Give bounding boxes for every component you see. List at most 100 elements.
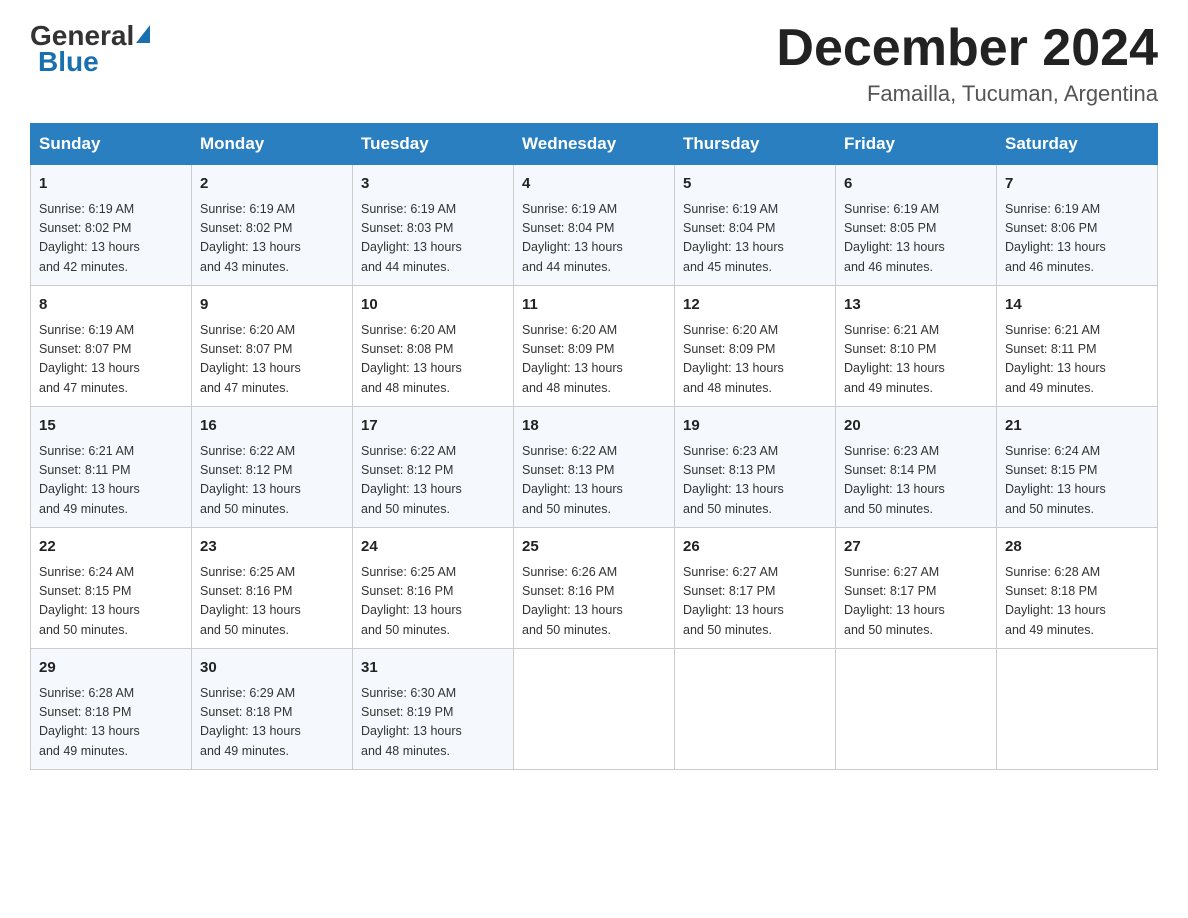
day-info: Sunrise: 6:23 AMSunset: 8:13 PMDaylight:… [683,442,827,520]
calendar-day-cell: 4Sunrise: 6:19 AMSunset: 8:04 PMDaylight… [514,165,675,286]
day-number: 11 [522,294,666,317]
header-wednesday: Wednesday [514,124,675,165]
day-info: Sunrise: 6:24 AMSunset: 8:15 PMDaylight:… [39,563,183,641]
day-number: 20 [844,415,988,438]
day-number: 8 [39,294,183,317]
calendar-week-row: 22 Sunrise: 6:24 AMSunset: 8:15 PMDayligh… [31,528,1158,649]
page-header: General Blue December 2024 Famailla, Tuc… [30,20,1158,107]
header-sunday: Sunday [31,124,192,165]
day-number: 21 [1005,415,1149,438]
day-info: Sunrise: 6:21 AMSunset: 8:11 PMDaylight:… [1005,321,1149,399]
day-info: Sunrise: 6:25 AMSunset: 8:16 PMDaylight:… [200,563,344,641]
day-number: 13 [844,294,988,317]
calendar-day-cell: 24 Sunrise: 6:25 AMSunset: 8:16 PMDayligh… [353,528,514,649]
calendar-day-cell [675,649,836,770]
header-friday: Friday [836,124,997,165]
day-number: 17 [361,415,505,438]
day-info: Sunrise: 6:19 AMSunset: 8:04 PMDaylight:… [522,200,666,278]
day-info: Sunrise: 6:27 AMSunset: 8:17 PMDaylight:… [844,563,988,641]
day-number: 6 [844,173,988,196]
calendar-day-cell: 19 Sunrise: 6:23 AMSunset: 8:13 PMDayligh… [675,407,836,528]
day-number: 23 [200,536,344,559]
day-info: Sunrise: 6:26 AMSunset: 8:16 PMDaylight:… [522,563,666,641]
header-thursday: Thursday [675,124,836,165]
day-info: Sunrise: 6:19 AMSunset: 8:03 PMDaylight:… [361,200,505,278]
day-number: 22 [39,536,183,559]
day-number: 18 [522,415,666,438]
calendar-day-cell: 25 Sunrise: 6:26 AMSunset: 8:16 PMDayligh… [514,528,675,649]
calendar-table: Sunday Monday Tuesday Wednesday Thursday… [30,123,1158,770]
calendar-day-cell [836,649,997,770]
calendar-day-cell: 15 Sunrise: 6:21 AMSunset: 8:11 PMDayligh… [31,407,192,528]
day-number: 19 [683,415,827,438]
title-section: December 2024 Famailla, Tucuman, Argenti… [776,20,1158,107]
day-info: Sunrise: 6:20 AMSunset: 8:09 PMDaylight:… [522,321,666,399]
calendar-week-row: 1Sunrise: 6:19 AMSunset: 8:02 PMDaylight… [31,165,1158,286]
logo: General Blue [30,20,150,78]
calendar-day-cell: 16 Sunrise: 6:22 AMSunset: 8:12 PMDayligh… [192,407,353,528]
calendar-day-cell: 21 Sunrise: 6:24 AMSunset: 8:15 PMDayligh… [997,407,1158,528]
calendar-day-cell: 26 Sunrise: 6:27 AMSunset: 8:17 PMDayligh… [675,528,836,649]
header-saturday: Saturday [997,124,1158,165]
calendar-day-cell: 17Sunrise: 6:22 AMSunset: 8:12 PMDayligh… [353,407,514,528]
day-info: Sunrise: 6:28 AMSunset: 8:18 PMDaylight:… [39,684,183,762]
calendar-day-cell [997,649,1158,770]
day-info: Sunrise: 6:20 AMSunset: 8:08 PMDaylight:… [361,321,505,399]
day-info: Sunrise: 6:19 AMSunset: 8:06 PMDaylight:… [1005,200,1149,278]
day-number: 28 [1005,536,1149,559]
calendar-week-row: 29 Sunrise: 6:28 AMSunset: 8:18 PMDayligh… [31,649,1158,770]
calendar-day-cell: 27 Sunrise: 6:27 AMSunset: 8:17 PMDayligh… [836,528,997,649]
day-info: Sunrise: 6:19 AMSunset: 8:02 PMDaylight:… [200,200,344,278]
calendar-day-cell: 9 Sunrise: 6:20 AMSunset: 8:07 PMDaylight… [192,286,353,407]
day-number: 10 [361,294,505,317]
day-number: 9 [200,294,344,317]
calendar-day-cell: 7 Sunrise: 6:19 AMSunset: 8:06 PMDaylight… [997,165,1158,286]
calendar-week-row: 8 Sunrise: 6:19 AMSunset: 8:07 PMDaylight… [31,286,1158,407]
day-number: 15 [39,415,183,438]
day-info: Sunrise: 6:19 AMSunset: 8:04 PMDaylight:… [683,200,827,278]
calendar-day-cell: 2 Sunrise: 6:19 AMSunset: 8:02 PMDaylight… [192,165,353,286]
day-info: Sunrise: 6:20 AMSunset: 8:07 PMDaylight:… [200,321,344,399]
calendar-day-cell: 12 Sunrise: 6:20 AMSunset: 8:09 PMDayligh… [675,286,836,407]
day-info: Sunrise: 6:27 AMSunset: 8:17 PMDaylight:… [683,563,827,641]
day-info: Sunrise: 6:19 AMSunset: 8:02 PMDaylight:… [39,200,183,278]
day-info: Sunrise: 6:24 AMSunset: 8:15 PMDaylight:… [1005,442,1149,520]
day-number: 7 [1005,173,1149,196]
calendar-day-cell: 1Sunrise: 6:19 AMSunset: 8:02 PMDaylight… [31,165,192,286]
day-info: Sunrise: 6:19 AMSunset: 8:05 PMDaylight:… [844,200,988,278]
day-info: Sunrise: 6:21 AMSunset: 8:10 PMDaylight:… [844,321,988,399]
day-number: 12 [683,294,827,317]
day-info: Sunrise: 6:20 AMSunset: 8:09 PMDaylight:… [683,321,827,399]
calendar-day-cell: 18 Sunrise: 6:22 AMSunset: 8:13 PMDayligh… [514,407,675,528]
day-number: 24 [361,536,505,559]
day-info: Sunrise: 6:19 AMSunset: 8:07 PMDaylight:… [39,321,183,399]
day-number: 3 [361,173,505,196]
day-info: Sunrise: 6:22 AMSunset: 8:13 PMDaylight:… [522,442,666,520]
day-info: Sunrise: 6:29 AMSunset: 8:18 PMDaylight:… [200,684,344,762]
day-number: 26 [683,536,827,559]
calendar-day-cell: 30 Sunrise: 6:29 AMSunset: 8:18 PMDayligh… [192,649,353,770]
calendar-day-cell: 8 Sunrise: 6:19 AMSunset: 8:07 PMDaylight… [31,286,192,407]
calendar-day-cell: 20Sunrise: 6:23 AMSunset: 8:14 PMDayligh… [836,407,997,528]
day-info: Sunrise: 6:30 AMSunset: 8:19 PMDaylight:… [361,684,505,762]
day-number: 29 [39,657,183,680]
day-number: 30 [200,657,344,680]
day-info: Sunrise: 6:22 AMSunset: 8:12 PMDaylight:… [200,442,344,520]
day-number: 5 [683,173,827,196]
calendar-day-cell: 14Sunrise: 6:21 AMSunset: 8:11 PMDayligh… [997,286,1158,407]
calendar-day-cell: 31 Sunrise: 6:30 AMSunset: 8:19 PMDayligh… [353,649,514,770]
day-number: 2 [200,173,344,196]
calendar-header-row: Sunday Monday Tuesday Wednesday Thursday… [31,124,1158,165]
day-number: 16 [200,415,344,438]
day-info: Sunrise: 6:25 AMSunset: 8:16 PMDaylight:… [361,563,505,641]
calendar-day-cell: 5 Sunrise: 6:19 AMSunset: 8:04 PMDaylight… [675,165,836,286]
calendar-day-cell: 28 Sunrise: 6:28 AMSunset: 8:18 PMDayligh… [997,528,1158,649]
day-number: 31 [361,657,505,680]
day-number: 25 [522,536,666,559]
day-number: 27 [844,536,988,559]
logo-triangle-icon [136,25,150,43]
day-info: Sunrise: 6:28 AMSunset: 8:18 PMDaylight:… [1005,563,1149,641]
calendar-day-cell: 22 Sunrise: 6:24 AMSunset: 8:15 PMDayligh… [31,528,192,649]
day-info: Sunrise: 6:21 AMSunset: 8:11 PMDaylight:… [39,442,183,520]
calendar-day-cell: 6 Sunrise: 6:19 AMSunset: 8:05 PMDaylight… [836,165,997,286]
